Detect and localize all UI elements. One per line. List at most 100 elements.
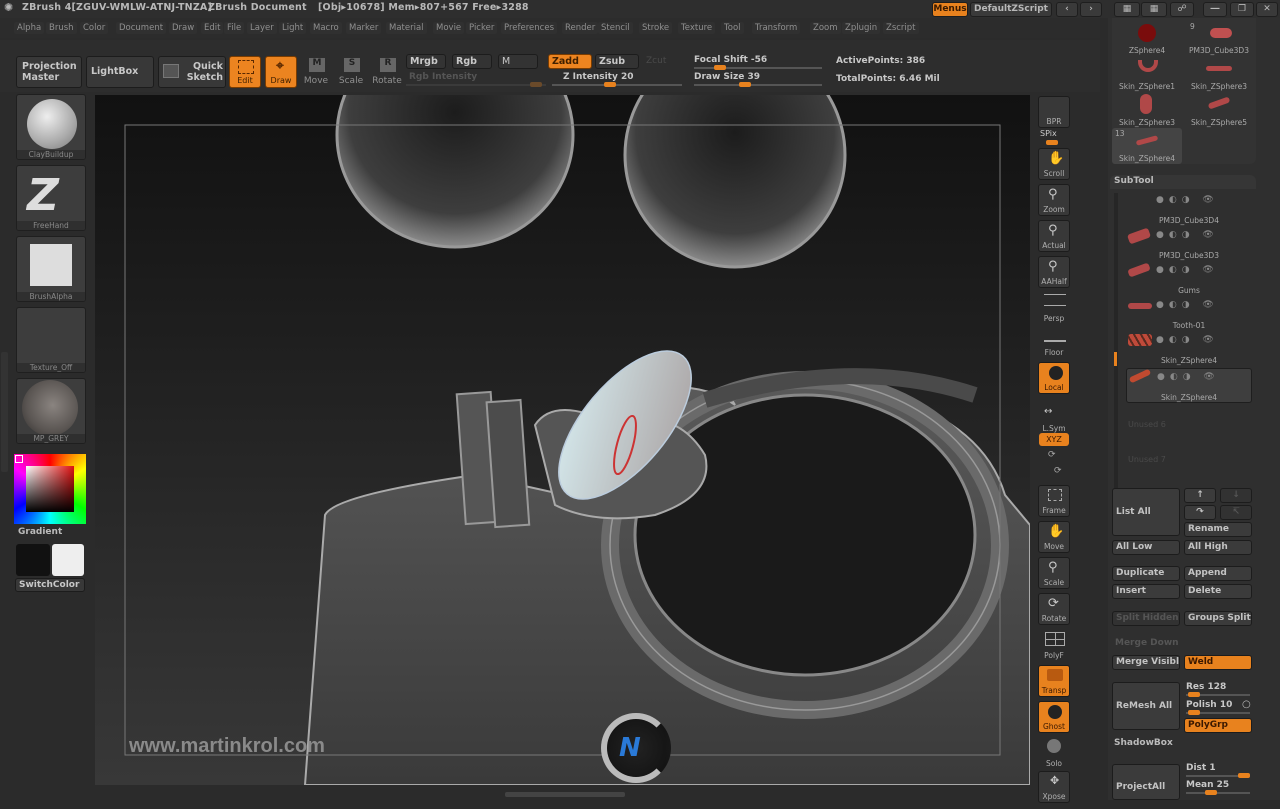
- move-down-button[interactable]: ↓: [1220, 488, 1252, 503]
- subtool-scroll-thumb[interactable]: [1114, 352, 1117, 366]
- zadd-button[interactable]: Zadd: [548, 54, 592, 69]
- polygrp-button[interactable]: PolyGrp: [1184, 718, 1252, 733]
- tool-thumb-skin-zsphere1[interactable]: Skin_ZSphere1: [1112, 56, 1182, 92]
- menu-document[interactable]: Document: [116, 22, 167, 34]
- menu-brush[interactable]: Brush: [46, 22, 77, 34]
- subtool-header[interactable]: SubTool: [1110, 175, 1256, 189]
- rotate-button[interactable]: R Rotate: [371, 56, 403, 88]
- bottom-scroll-handle[interactable]: [505, 792, 625, 797]
- menu-draw[interactable]: Draw: [169, 22, 198, 34]
- alpha-thumb[interactable]: BrushAlpha: [16, 236, 86, 302]
- merge-down-button[interactable]: Merge Down: [1112, 637, 1252, 652]
- rgb-button[interactable]: Rgb: [452, 54, 492, 69]
- scale-button[interactable]: S Scale: [336, 56, 366, 88]
- brush-thumb[interactable]: ClayBuildup: [16, 94, 86, 160]
- color-swatch-square[interactable]: [26, 466, 74, 512]
- insert-button[interactable]: Insert: [1112, 584, 1180, 599]
- rgb-intensity-knob[interactable]: [530, 82, 542, 87]
- menu-macro[interactable]: Macro: [310, 22, 342, 34]
- project-all-button[interactable]: ProjectAll: [1112, 764, 1180, 800]
- polyf-button[interactable]: PolyF: [1038, 629, 1070, 661]
- viewport-canvas[interactable]: www.martinkrol.com N: [95, 95, 1030, 785]
- all-low-button[interactable]: All Low: [1112, 540, 1180, 555]
- duplicate-button[interactable]: Duplicate: [1112, 566, 1180, 581]
- projection-master-button[interactable]: Projection Master: [16, 56, 82, 88]
- solo-button[interactable]: Solo: [1038, 737, 1070, 769]
- stroke-thumb[interactable]: Z FreeHand: [16, 165, 86, 231]
- frame-button[interactable]: Frame: [1038, 485, 1070, 517]
- menu-texture[interactable]: Texture: [678, 22, 716, 34]
- actual-button[interactable]: ⚲ Actual: [1038, 220, 1070, 252]
- y-axis-rotate-icon[interactable]: ⟳: [1048, 450, 1056, 460]
- spix-knob[interactable]: [1046, 140, 1058, 145]
- menu-tool[interactable]: Tool: [721, 22, 744, 34]
- layout-next-icon[interactable]: ▦: [1141, 2, 1167, 17]
- color-picker[interactable]: [14, 454, 86, 524]
- material-thumb[interactable]: MP_GREY: [16, 378, 86, 444]
- tool-thumb-skin-zsphere5[interactable]: Skin_ZSphere5: [1184, 92, 1254, 128]
- mean-knob[interactable]: [1205, 790, 1217, 795]
- floor-button[interactable]: Floor: [1038, 326, 1070, 358]
- default-zscript-button[interactable]: DefaultZScript: [970, 2, 1052, 17]
- texture-thumb[interactable]: Texture_Off: [16, 307, 86, 373]
- scroll-left-icon[interactable]: ‹: [1056, 2, 1078, 17]
- local-button[interactable]: Local: [1038, 362, 1070, 394]
- subtool-row[interactable]: ●◐◑ 👁 PM3D_Cube3D4: [1126, 192, 1252, 227]
- aahalf-button[interactable]: ⚲ AAHalf: [1038, 256, 1070, 288]
- mrgb-button[interactable]: Mrgb: [406, 54, 446, 69]
- menu-movie[interactable]: Movie: [433, 22, 465, 34]
- menu-render[interactable]: Render: [562, 22, 599, 34]
- zsub-button[interactable]: Zsub: [595, 54, 639, 69]
- subtool-row-selected[interactable]: ●◐◑ 👁 Skin_ZSphere4: [1126, 368, 1252, 403]
- z-axis-rotate-icon[interactable]: ⟳: [1054, 466, 1062, 476]
- subtool-row[interactable]: ●◐◑ 👁 PM3D_Cube3D3: [1126, 227, 1252, 262]
- move-to-down-button[interactable]: ↸: [1220, 505, 1252, 520]
- append-button[interactable]: Append: [1184, 566, 1252, 581]
- secondary-color-swatch[interactable]: [16, 544, 50, 576]
- layout-prev-icon[interactable]: ▦: [1114, 2, 1140, 17]
- subtool-scrollbar[interactable]: [1114, 193, 1118, 493]
- menu-stencil[interactable]: Stencil: [598, 22, 633, 34]
- menu-transform[interactable]: Transform: [752, 22, 801, 34]
- menu-stroke[interactable]: Stroke: [639, 22, 673, 34]
- quick-sketch-button[interactable]: Quick Sketch: [158, 56, 226, 88]
- all-high-button[interactable]: All High: [1184, 540, 1252, 555]
- polish-knob[interactable]: [1188, 710, 1200, 715]
- menu-picker[interactable]: Picker: [466, 22, 498, 34]
- menu-marker[interactable]: Marker: [346, 22, 382, 34]
- rename-button[interactable]: Rename: [1184, 522, 1252, 537]
- res-knob[interactable]: [1188, 692, 1200, 697]
- delete-button[interactable]: Delete: [1184, 584, 1252, 599]
- weld-button[interactable]: Weld: [1184, 655, 1252, 670]
- scroll-button[interactable]: ✋ Scroll: [1038, 148, 1070, 180]
- scale-view-button[interactable]: ⚲ Scale: [1038, 557, 1070, 589]
- menu-zoom[interactable]: Zoom: [810, 22, 841, 34]
- xpose-button[interactable]: ✥ Xpose: [1038, 771, 1070, 803]
- restore-icon[interactable]: ❐: [1230, 2, 1254, 17]
- lsym-button[interactable]: ↔ L.Sym: [1038, 402, 1070, 434]
- minimize-icon[interactable]: ―: [1203, 2, 1227, 17]
- menu-preferences[interactable]: Preferences: [501, 22, 557, 34]
- scroll-right-icon[interactable]: ›: [1080, 2, 1102, 17]
- gradient-label[interactable]: Gradient: [18, 527, 62, 537]
- menu-material[interactable]: Material: [386, 22, 427, 34]
- split-hidden-button[interactable]: Split Hidden: [1112, 611, 1180, 626]
- z-intensity-slider[interactable]: [552, 84, 682, 86]
- edit-button[interactable]: Edit: [229, 56, 261, 88]
- switch-color-button[interactable]: SwitchColor: [15, 578, 85, 592]
- merge-visible-button[interactable]: Merge Visible: [1112, 655, 1180, 670]
- bpr-button[interactable]: BPR: [1038, 96, 1070, 128]
- tool-thumb-skin-zsphere3[interactable]: Skin_ZSphere3: [1184, 56, 1254, 92]
- zoom-button[interactable]: ⚲ Zoom: [1038, 184, 1070, 216]
- menu-alpha[interactable]: Alpha: [14, 22, 45, 34]
- rgb-intensity-slider[interactable]: [406, 84, 546, 86]
- subtool-row[interactable]: ●◐◑ 👁 Tooth-01: [1126, 297, 1252, 332]
- m-button[interactable]: M: [498, 54, 538, 69]
- tool-thumb-skin-zsphere4[interactable]: 13 Skin_ZSphere4: [1112, 128, 1182, 164]
- zcut-button[interactable]: Zcut: [646, 56, 666, 66]
- menu-zplugin[interactable]: Zplugin: [842, 22, 881, 34]
- draw-size-slider[interactable]: [694, 84, 822, 86]
- menus-button[interactable]: Menus: [932, 2, 968, 17]
- focal-shift-knob[interactable]: [714, 65, 726, 70]
- menu-light[interactable]: Light: [279, 22, 307, 34]
